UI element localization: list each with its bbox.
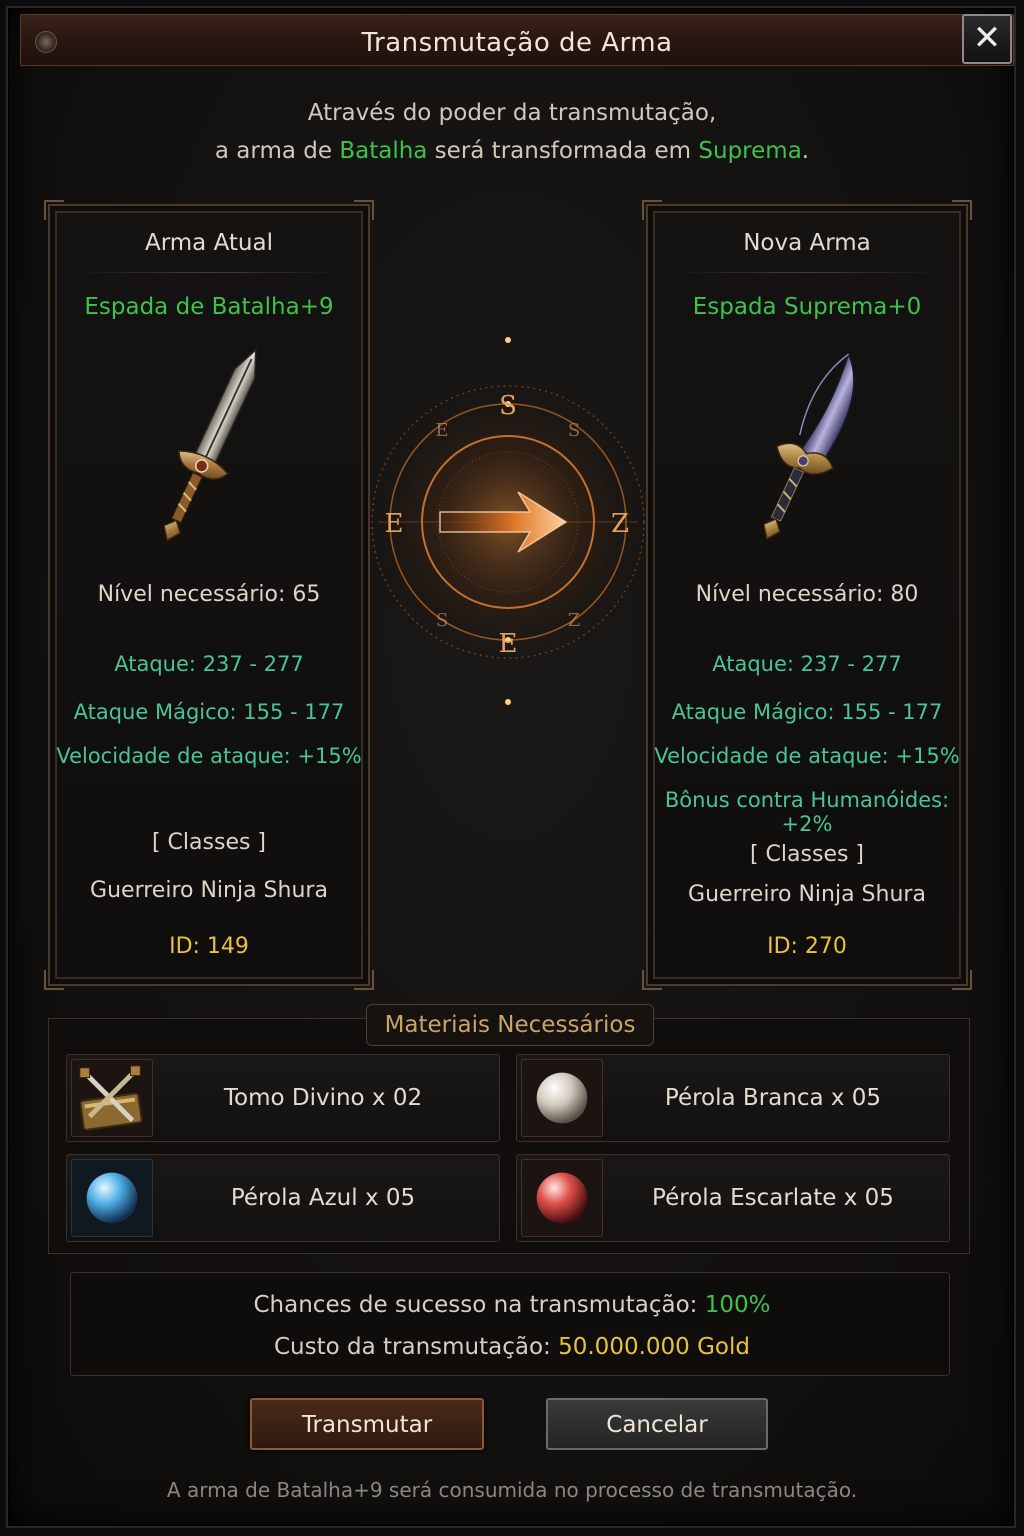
- intro-from-grade: Batalha: [339, 138, 428, 164]
- current-stat-attack-speed: Velocidade de ataque: +15%: [56, 744, 362, 768]
- transmute-button[interactable]: Transmutar: [250, 1398, 484, 1450]
- material-slot-white-pearl[interactable]: Pérola Branca x 05: [516, 1054, 950, 1142]
- material-text: Pérola Azul x 05: [230, 1185, 416, 1211]
- new-weapon-id: ID: 270: [767, 934, 847, 959]
- transmutation-arrow-icon: S E S E Z S Z E: [358, 210, 658, 850]
- panel-corner: [642, 970, 662, 990]
- white-pearl-icon[interactable]: [521, 1059, 603, 1137]
- compass-letter: S: [436, 610, 448, 631]
- panel-corner: [44, 200, 64, 220]
- new-weapon-name: Espada Suprema+0: [692, 294, 922, 320]
- current-weapon-panel: Arma Atual Espada de Batalha+9 Nível nec…: [44, 200, 374, 990]
- panel-corner: [952, 200, 972, 220]
- intro-line-2: a arma de Batalha será transformada em S…: [0, 138, 1024, 164]
- transmutation-cost: Custo da transmutação: 50.000.000 Gold: [0, 1334, 1024, 1360]
- material-text: Pérola Branca x 05: [664, 1085, 882, 1111]
- material-slot-blue-pearl[interactable]: Pérola Azul x 05: [66, 1154, 500, 1242]
- current-stat-attack: Ataque: 237 - 277: [114, 652, 304, 676]
- scarlet-pearl-icon[interactable]: [521, 1159, 603, 1237]
- panel-corner: [354, 970, 374, 990]
- new-stat-attack-speed: Velocidade de ataque: +15%: [654, 744, 960, 768]
- intro-mid: será transformada em: [427, 138, 699, 164]
- new-classes-header: [ Classes ]: [749, 842, 865, 867]
- material-text: Pérola Escarlate x 05: [652, 1185, 894, 1211]
- intro-suffix: .: [801, 138, 810, 164]
- new-stat-humanoid-bonus: Bônus contra Humanóides: +2%: [664, 788, 950, 836]
- cancel-button[interactable]: Cancelar: [546, 1398, 768, 1450]
- current-required-level: Nível necessário: 65: [97, 582, 321, 607]
- new-weapon-panel: Nova Arma Espada Suprema+0 Nível necessá…: [642, 200, 972, 990]
- compass-letter: E: [435, 420, 448, 441]
- intro-to-grade: Suprema: [698, 138, 802, 164]
- close-button[interactable]: ✕: [962, 14, 1012, 64]
- transmutation-info-box: [70, 1272, 950, 1376]
- divider: [672, 272, 942, 273]
- compass-letter: S: [499, 391, 517, 421]
- compass-letter: E: [385, 509, 404, 539]
- window-title: Transmutação de Arma: [361, 28, 673, 58]
- success-chance-value: 100%: [704, 1292, 771, 1318]
- success-chance: Chances de sucesso na transmutação: 100%: [0, 1292, 1024, 1318]
- title-bar[interactable]: Transmutação de Arma: [20, 14, 1014, 66]
- new-weapon-header: Nova Arma: [743, 230, 871, 256]
- current-stat-magic-attack: Ataque Mágico: 155 - 177: [73, 700, 345, 724]
- current-weapon-header: Arma Atual: [144, 230, 273, 256]
- intro-prefix: a arma de: [214, 138, 340, 164]
- new-stat-magic-attack: Ataque Mágico: 155 - 177: [671, 700, 943, 724]
- current-weapon-id: ID: 149: [169, 934, 249, 959]
- material-slot-divine-tome[interactable]: Tomo Divino x 02: [66, 1054, 500, 1142]
- cost-value: 50.000.000 Gold: [558, 1334, 750, 1360]
- compass-letter: E: [499, 629, 518, 659]
- cost-label: Custo da transmutação:: [273, 1334, 559, 1360]
- broadsword-icon[interactable]: [146, 336, 276, 556]
- consumption-warning: A arma de Batalha+9 será consumida no pr…: [166, 1478, 858, 1502]
- compass-letter: Z: [568, 610, 581, 631]
- success-chance-label: Chances de sucesso na transmutação:: [253, 1292, 705, 1318]
- compass-letter: S: [568, 420, 580, 441]
- blue-pearl-icon[interactable]: [71, 1159, 153, 1237]
- material-slot-scarlet-pearl[interactable]: Pérola Escarlate x 05: [516, 1154, 950, 1242]
- panel-corner: [952, 970, 972, 990]
- current-classes-header: [ Classes ]: [151, 830, 267, 855]
- material-text: Tomo Divino x 02: [223, 1085, 423, 1111]
- panel-corner: [642, 200, 662, 220]
- materials-label: Materiais Necessários: [366, 1004, 654, 1046]
- divider: [74, 272, 344, 273]
- new-required-level: Nível necessário: 80: [695, 582, 919, 607]
- current-weapon-name: Espada de Batalha+9: [84, 294, 334, 320]
- current-classes: Guerreiro Ninja Shura: [90, 878, 328, 903]
- panel-corner: [44, 970, 64, 990]
- intro-line-1: Através do poder da transmutação,: [307, 100, 717, 126]
- compass-letter: Z: [611, 509, 629, 539]
- new-stat-attack: Ataque: 237 - 277: [712, 652, 902, 676]
- divine-tome-icon[interactable]: [71, 1059, 153, 1137]
- curved-blade-icon[interactable]: [744, 336, 874, 556]
- new-classes: Guerreiro Ninja Shura: [688, 882, 926, 907]
